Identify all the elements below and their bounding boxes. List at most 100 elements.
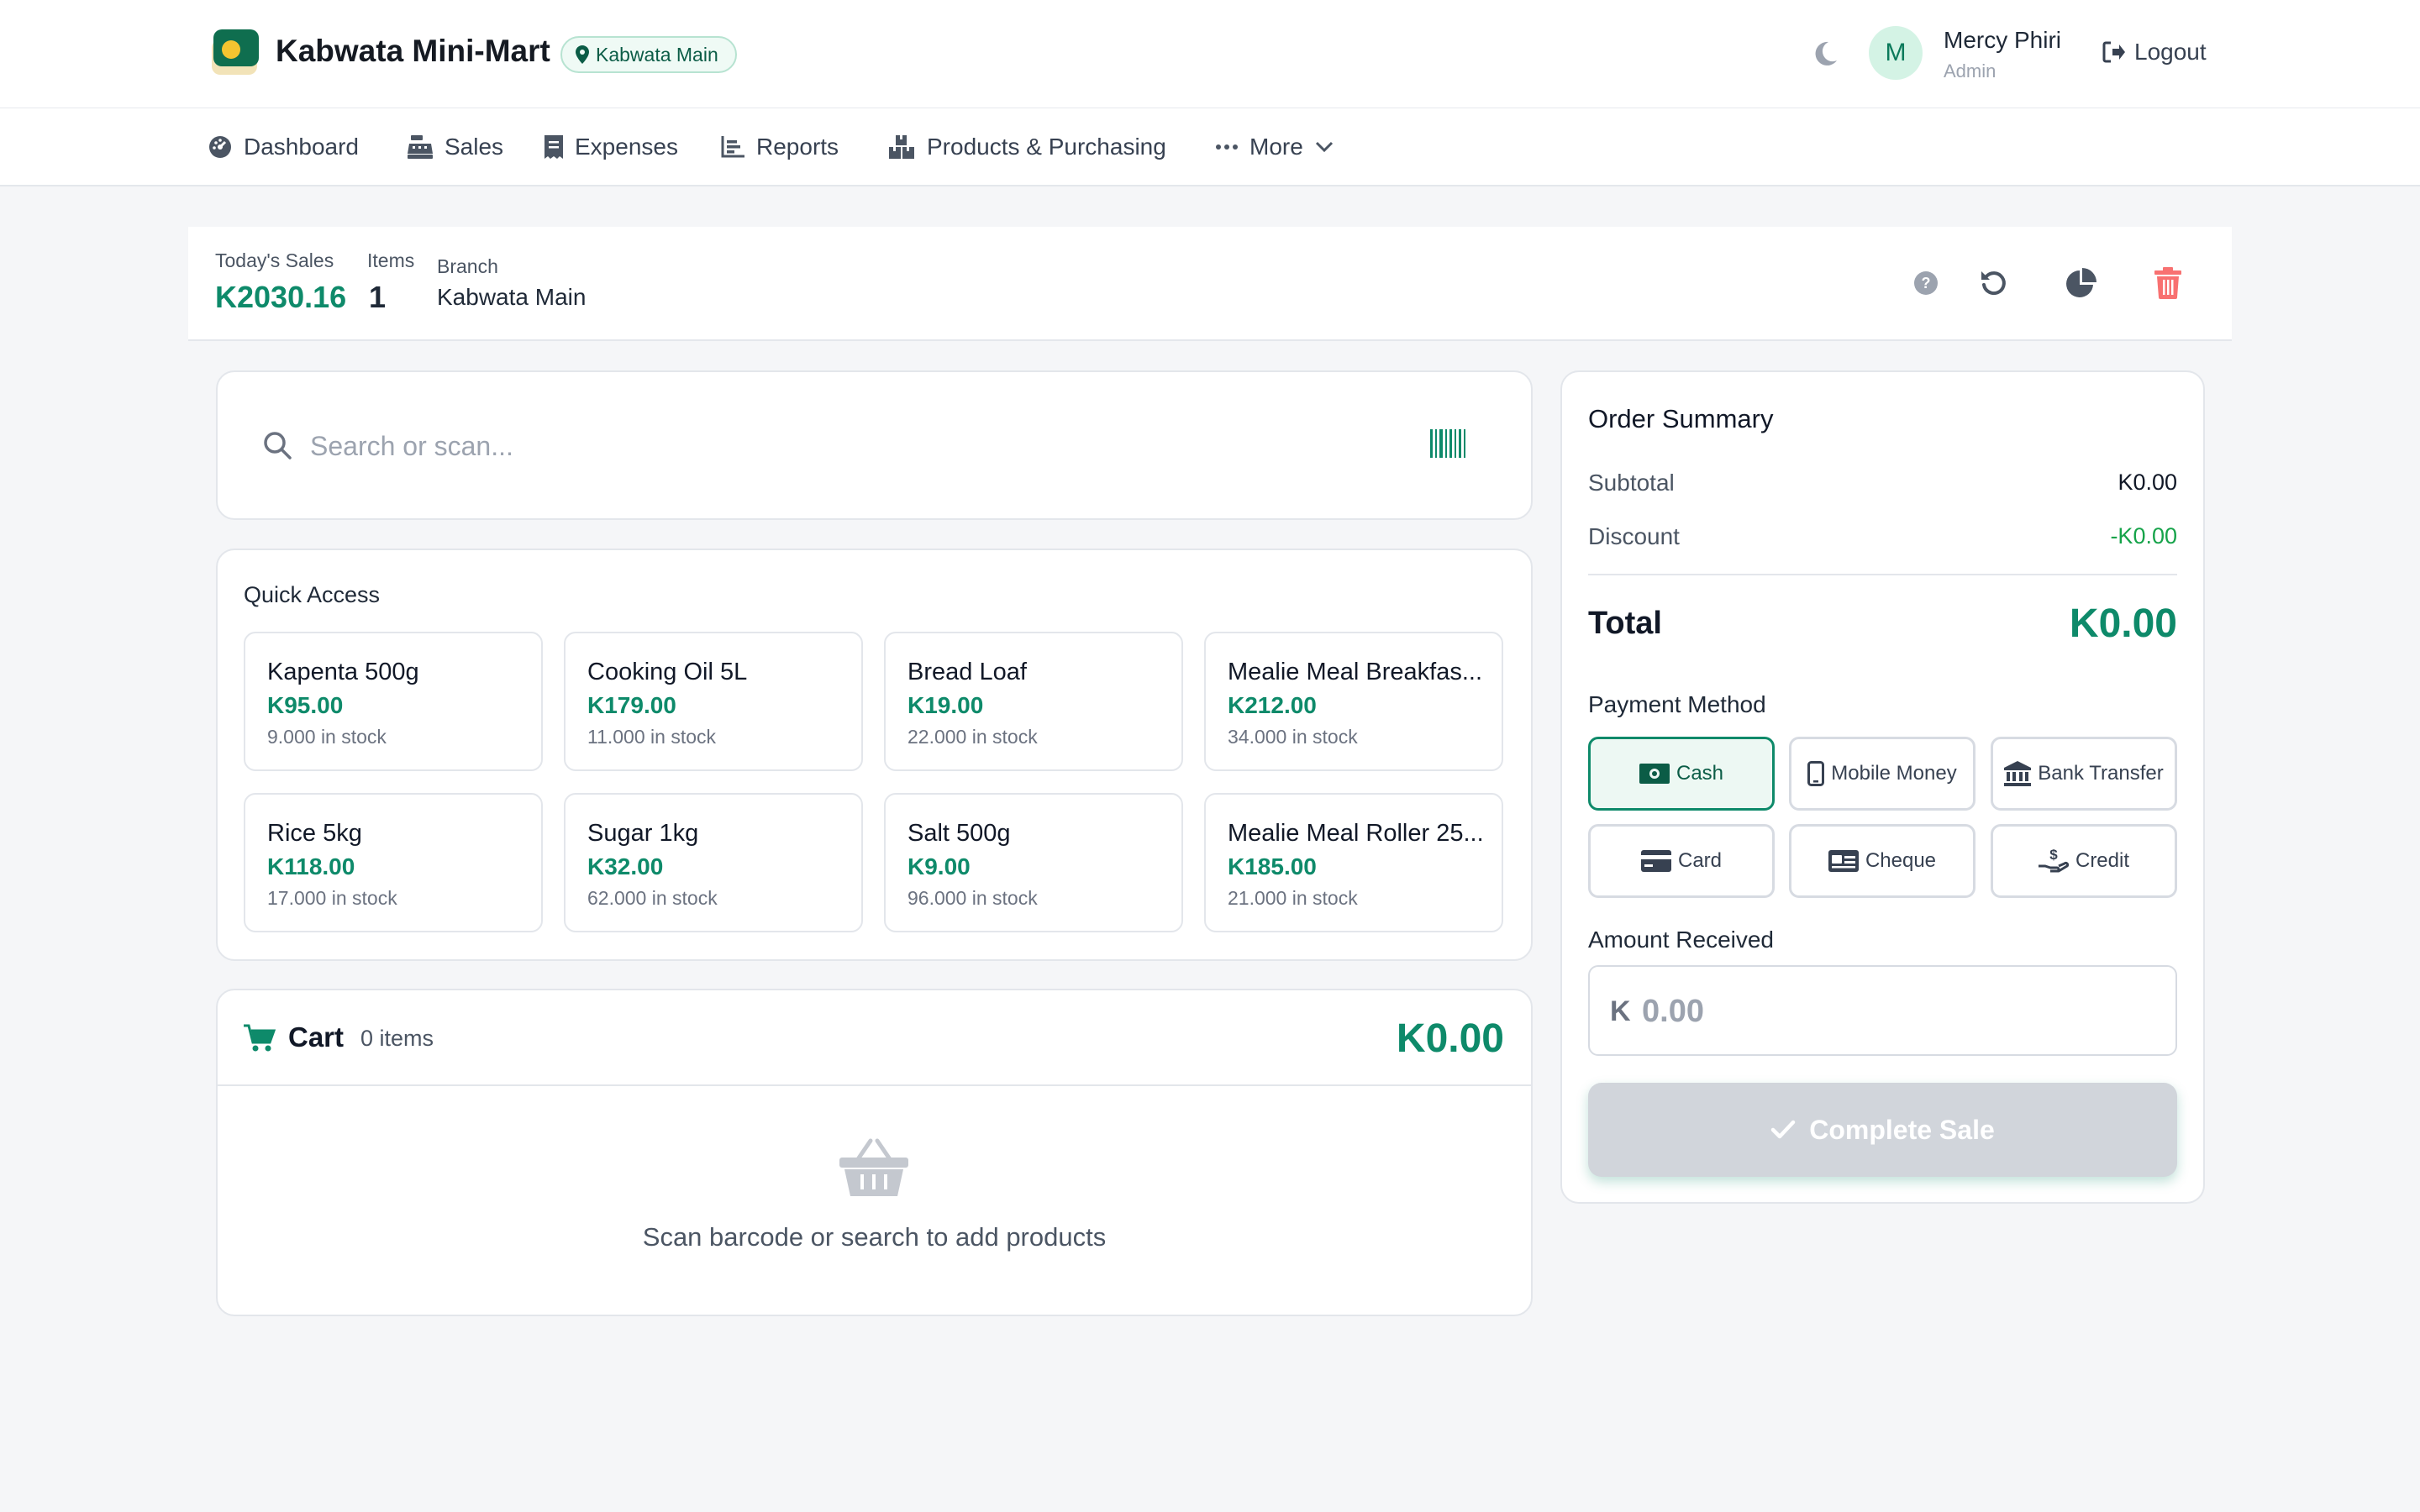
amount-received-field[interactable]: K <box>1588 965 2177 1056</box>
product-price: K118.00 <box>267 853 355 879</box>
branch-label: Branch <box>437 255 498 277</box>
product-tile[interactable]: Sugar 1kg K32.00 62.000 in stock <box>564 793 863 932</box>
product-tile[interactable]: Rice 5kg K118.00 17.000 in stock <box>244 793 543 932</box>
product-tile[interactable]: Cooking Oil 5L K179.00 11.000 in stock <box>564 632 863 771</box>
product-name: Kapenta 500g <box>267 659 419 685</box>
cart-total: K0.00 <box>1396 1016 1504 1061</box>
subtotal-label: Subtotal <box>1588 470 1675 496</box>
payment-label: Mobile Money <box>1831 762 1957 785</box>
avatar[interactable]: M <box>1869 26 1923 80</box>
cart-item-count: 0 items <box>360 1026 434 1051</box>
payment-label: Bank Transfer <box>2038 762 2164 785</box>
product-name: Cooking Oil 5L <box>587 659 748 685</box>
product-search-panel <box>216 370 1533 520</box>
product-price: K185.00 <box>1228 853 1317 879</box>
nav-item-expenses[interactable]: Expenses <box>544 130 678 164</box>
discount-label: Discount <box>1588 523 1680 549</box>
nav-item-products-purchasing[interactable]: Products & Purchasing <box>888 130 1166 164</box>
sales-stats-bar: Today's Sales K2030.16 Items 1 Branch Ka… <box>188 227 2232 341</box>
dark-mode-toggle[interactable] <box>1810 39 1840 69</box>
todays-sales-label: Today's Sales <box>215 249 334 271</box>
product-tile[interactable]: Kapenta 500g K95.00 9.000 in stock <box>244 632 543 771</box>
moon-icon <box>1815 41 1837 66</box>
cart-title: Cart <box>288 1021 345 1053</box>
payment-method-label: Payment Method <box>1588 691 1766 717</box>
chevron-down-icon <box>1315 141 1333 153</box>
svg-text:?: ? <box>1922 275 1931 291</box>
logout-button[interactable]: Logout <box>2102 39 2207 66</box>
trash-icon <box>2154 267 2181 299</box>
basket-icon <box>839 1138 908 1196</box>
product-price: K19.00 <box>908 692 984 718</box>
product-name: Mealie Meal Roller 25... <box>1228 820 1484 847</box>
product-name: Sugar 1kg <box>587 820 699 847</box>
main-nav: Dashboard Sales Expenses Reports Product… <box>0 108 2420 186</box>
payment-bank-transfer-button[interactable]: Bank Transfer <box>1991 737 2177 811</box>
product-name: Bread Loaf <box>908 659 1027 685</box>
complete-sale-label: Complete Sale <box>1809 1114 1995 1145</box>
product-tile[interactable]: Bread Loaf K19.00 22.000 in stock <box>884 632 1183 771</box>
payment-cash-button[interactable]: Cash <box>1588 737 1775 811</box>
sales-report-button[interactable] <box>2063 265 2100 302</box>
nav-label: Products & Purchasing <box>927 134 1166 160</box>
product-stock: 34.000 in stock <box>1228 726 1358 748</box>
product-stock: 21.000 in stock <box>1228 887 1358 909</box>
store-logo-icon[interactable] <box>210 28 260 76</box>
nav-item-more[interactable]: More <box>1216 130 1334 164</box>
logout-label: Logout <box>2134 39 2207 65</box>
product-name: Rice 5kg <box>267 820 362 847</box>
payment-label: Cheque <box>1865 849 1937 872</box>
help-button[interactable]: ? <box>1907 265 1944 302</box>
cart-panel: Cart 0 items K0.00 Scan barcode or searc… <box>216 989 1533 1316</box>
nav-label: More <box>1249 134 1303 160</box>
nav-item-sales[interactable]: Sales <box>408 130 503 164</box>
payment-label: Credit <box>2075 849 2130 872</box>
quick-access-title: Quick Access <box>244 582 381 607</box>
payment-label: Card <box>1677 849 1723 872</box>
product-stock: 96.000 in stock <box>908 887 1038 909</box>
clear-cart-button[interactable] <box>2149 265 2186 302</box>
product-stock: 11.000 in stock <box>587 726 717 748</box>
product-name: Mealie Meal Breakfas... <box>1228 659 1483 685</box>
user-role: Admin <box>1944 60 1996 81</box>
credit-card-icon <box>1640 850 1671 872</box>
payment-cheque-button[interactable]: Cheque <box>1789 824 1975 898</box>
nav-item-reports[interactable]: Reports <box>721 130 839 164</box>
ellipsis-icon <box>1216 144 1238 150</box>
cart-empty-message: Scan barcode or search to add products <box>642 1222 1107 1252</box>
search-input[interactable] <box>310 418 1402 474</box>
reset-button[interactable] <box>1975 265 2012 302</box>
amount-received-label: Amount Received <box>1588 927 1775 953</box>
summary-divider <box>1588 574 2177 575</box>
pie-chart-icon <box>2066 268 2096 297</box>
payment-card-button[interactable]: Card <box>1588 824 1775 898</box>
amount-received-input[interactable] <box>1642 984 2146 1039</box>
currency-prefix: K <box>1610 995 1631 1027</box>
hand-dollar-icon: $ <box>2038 848 2069 873</box>
product-stock: 9.000 in stock <box>267 726 387 748</box>
product-tile[interactable]: Mealie Meal Breakfas... K212.00 34.000 i… <box>1204 632 1503 771</box>
barcode-scan-icon[interactable] <box>1430 429 1465 458</box>
product-price: K9.00 <box>908 853 971 879</box>
subtotal-value: K0.00 <box>2118 470 2177 495</box>
product-tile[interactable]: Mealie Meal Roller 25... K185.00 21.000 … <box>1204 793 1503 932</box>
brand-name[interactable]: Kabwata Mini-Mart <box>276 34 550 69</box>
items-value: 1 <box>369 280 387 314</box>
payment-credit-button[interactable]: $ Credit <box>1991 824 2177 898</box>
check-icon <box>1770 1120 1796 1139</box>
cash-register-icon <box>408 135 433 159</box>
top-header: Kabwata Mini-Mart Kabwata Main M Mercy P… <box>0 0 2420 108</box>
nav-label: Sales <box>445 134 504 160</box>
complete-sale-button[interactable]: Complete Sale <box>1588 1083 2177 1177</box>
payment-mobile-money-button[interactable]: Mobile Money <box>1789 737 1975 811</box>
boxes-icon <box>889 135 914 159</box>
gauge-icon <box>209 136 231 158</box>
question-circle-icon: ? <box>1914 271 1938 295</box>
total-value: K0.00 <box>2069 601 2177 646</box>
cheque-icon <box>1828 850 1859 872</box>
product-stock: 62.000 in stock <box>587 887 718 909</box>
total-label: Total <box>1588 606 1662 641</box>
nav-item-dashboard[interactable]: Dashboard <box>208 130 359 164</box>
nav-label: Dashboard <box>244 134 359 160</box>
product-tile[interactable]: Salt 500g K9.00 96.000 in stock <box>884 793 1183 932</box>
